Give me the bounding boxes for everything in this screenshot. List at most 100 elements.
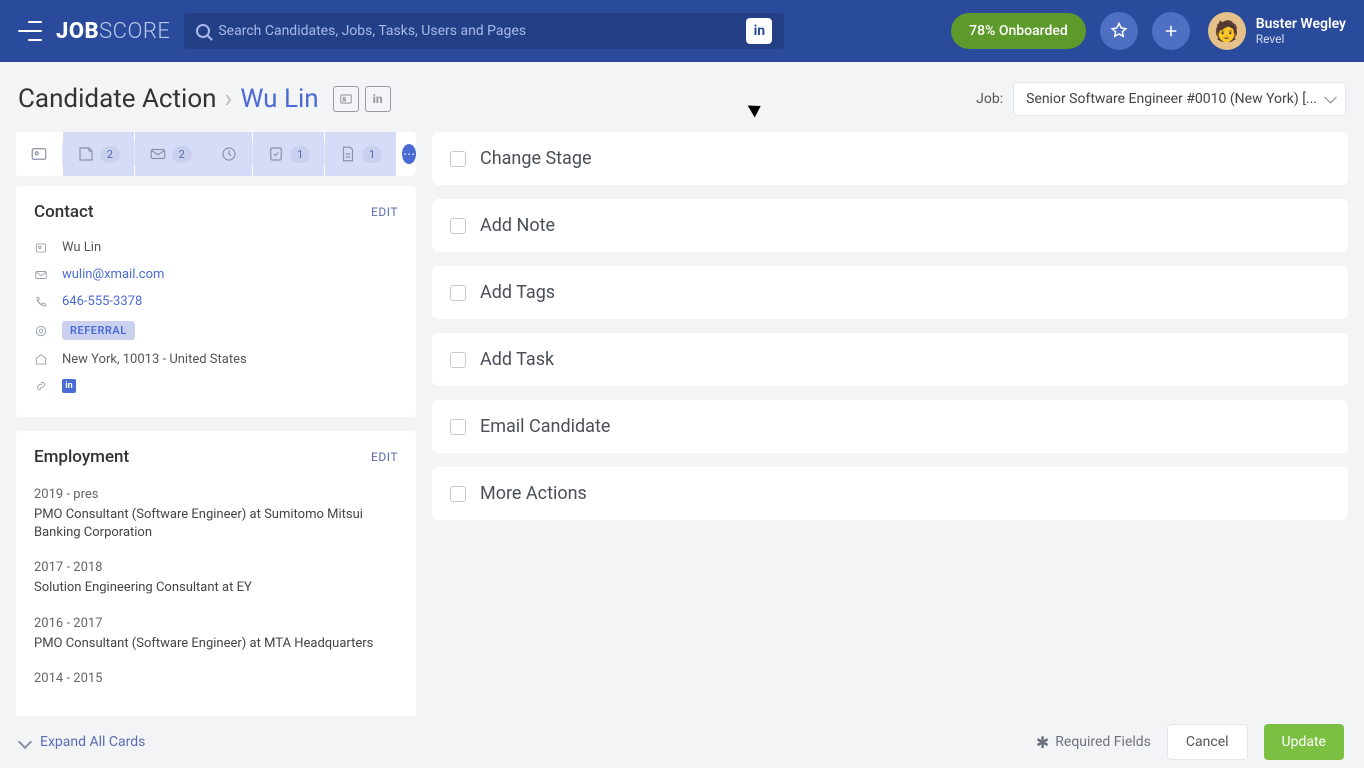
required-fields-note: ✱ Required Fields <box>1036 733 1151 752</box>
linkedin-icon[interactable]: in <box>746 18 772 44</box>
job-selector: Job: Senior Software Engineer #0010 (New… <box>976 82 1346 116</box>
link-icon <box>34 379 50 393</box>
user-name: Buster Wegley <box>1256 16 1346 32</box>
employment-card: Employment EDIT 2019 - pres PMO Consulta… <box>16 431 416 718</box>
employment-role: PMO Consultant (Software Engineer) at Su… <box>34 506 398 542</box>
update-button[interactable]: Update <box>1264 724 1344 760</box>
action-more-actions[interactable]: More Actions <box>432 467 1348 520</box>
more-tabs-button[interactable]: ⋯ <box>402 144 416 164</box>
search-input[interactable] <box>218 23 738 39</box>
tab-tasks[interactable]: 1 <box>253 132 324 176</box>
asterisk-icon: ✱ <box>1036 733 1049 752</box>
contact-source-row: REFERRAL <box>34 315 398 346</box>
tab-emails[interactable]: 2 <box>135 132 206 176</box>
contact-edit-link[interactable]: EDIT <box>371 205 398 219</box>
employment-dates: 2019 - pres <box>34 487 398 502</box>
action-email-candidate[interactable]: Email Candidate <box>432 400 1348 453</box>
onboarding-progress-pill[interactable]: 78% Onboarded <box>951 13 1086 49</box>
breadcrumb-root: Candidate Action <box>18 84 217 114</box>
contact-name-value: Wu Lin <box>62 240 101 255</box>
contact-phone-row: 646-555-3378 <box>34 288 398 315</box>
employment-edit-link[interactable]: EDIT <box>371 450 398 464</box>
source-icon <box>34 324 50 338</box>
employment-item: 2019 - pres PMO Consultant (Software Eng… <box>34 479 398 552</box>
avatar: 🧑 <box>1208 12 1246 50</box>
contact-email-value[interactable]: wulin@xmail.com <box>62 267 164 282</box>
employment-role: PMO Consultant (Software Engineer) at MT… <box>34 635 398 653</box>
add-button[interactable] <box>1152 12 1190 50</box>
tasks-count-badge: 1 <box>290 146 310 163</box>
top-nav: JOBSCORE in 78% Onboarded 🧑 Buster Wegle… <box>0 0 1364 62</box>
location-icon <box>34 353 50 367</box>
action-label: Add Tags <box>480 282 555 303</box>
referral-badge: REFERRAL <box>62 321 135 340</box>
action-label: Add Note <box>480 215 555 236</box>
action-add-note[interactable]: Add Note <box>432 199 1348 252</box>
action-label: More Actions <box>480 483 587 504</box>
checkbox-icon[interactable] <box>450 419 466 435</box>
expand-all-label: Expand All Cards <box>40 734 145 750</box>
job-label: Job: <box>976 91 1003 107</box>
notes-count-badge: 2 <box>100 146 120 163</box>
employment-title: Employment <box>34 447 129 467</box>
breadcrumb: Candidate Action › Wu Lin in <box>18 84 391 114</box>
linkedin-profile-icon[interactable]: in <box>365 86 391 112</box>
actions-column: Change Stage Add Note Add Tags Add Task … <box>432 132 1348 732</box>
contact-location-row: New York, 10013 - United States <box>34 346 398 373</box>
logo-primary: JOB <box>56 19 99 44</box>
left-tabs: 2 2 1 1 ⋯ <box>16 132 416 176</box>
action-add-task[interactable]: Add Task <box>432 333 1348 386</box>
checkbox-icon[interactable] <box>450 486 466 502</box>
action-label: Change Stage <box>480 148 592 169</box>
employment-item: 2017 - 2018 Solution Engineering Consult… <box>34 552 398 607</box>
contact-card: Contact EDIT Wu Lin wulin@xmail.com 646-… <box>16 186 416 417</box>
employment-item: 2014 - 2015 <box>34 663 398 700</box>
cursor-icon <box>750 100 764 120</box>
checkbox-icon[interactable] <box>450 352 466 368</box>
contact-title: Contact <box>34 202 94 222</box>
user-menu[interactable]: 🧑 Buster Wegley Revel <box>1208 12 1346 50</box>
required-fields-label: Required Fields <box>1055 734 1151 750</box>
expand-all-cards-link[interactable]: Expand All Cards <box>20 734 145 750</box>
cancel-button[interactable]: Cancel <box>1167 724 1248 760</box>
contact-email-row: wulin@xmail.com <box>34 261 398 288</box>
tab-documents[interactable]: 1 <box>325 132 396 176</box>
employment-item: 2016 - 2017 PMO Consultant (Software Eng… <box>34 608 398 663</box>
tab-profile[interactable] <box>16 132 62 176</box>
page-header: Candidate Action › Wu Lin in Job: Senior… <box>0 72 1364 126</box>
user-org: Revel <box>1256 32 1346 46</box>
linkedin-link-icon[interactable]: in <box>62 379 76 393</box>
profile-card-icon[interactable] <box>333 86 359 112</box>
breadcrumb-candidate[interactable]: Wu Lin <box>240 84 318 114</box>
contact-links-row: in <box>34 373 398 399</box>
action-label: Add Task <box>480 349 554 370</box>
checkbox-icon[interactable] <box>450 151 466 167</box>
logo[interactable]: JOBSCORE <box>56 19 170 44</box>
tab-activity[interactable] <box>206 132 252 176</box>
email-icon <box>34 268 50 282</box>
logo-secondary: SCORE <box>99 19 170 44</box>
footer-bar: Expand All Cards ✱ Required Fields Cance… <box>0 716 1364 768</box>
emails-count-badge: 2 <box>172 146 192 163</box>
contact-phone-value[interactable]: 646-555-3378 <box>62 294 142 309</box>
search-icon <box>196 24 210 38</box>
action-label: Email Candidate <box>480 416 610 437</box>
tab-notes[interactable]: 2 <box>63 132 134 176</box>
menu-toggle-icon[interactable] <box>18 21 42 41</box>
employment-role: Solution Engineering Consultant at EY <box>34 579 398 597</box>
chevron-right-icon: › <box>225 84 233 114</box>
global-search[interactable]: in <box>184 13 784 49</box>
pin-button[interactable] <box>1100 12 1138 50</box>
contact-location-value: New York, 10013 - United States <box>62 352 247 367</box>
action-add-tags[interactable]: Add Tags <box>432 266 1348 319</box>
person-icon <box>34 241 50 255</box>
contact-name-row: Wu Lin <box>34 234 398 261</box>
phone-icon <box>34 295 50 309</box>
checkbox-icon[interactable] <box>450 218 466 234</box>
checkbox-icon[interactable] <box>450 285 466 301</box>
action-change-stage[interactable]: Change Stage <box>432 132 1348 185</box>
employment-dates: 2016 - 2017 <box>34 616 398 631</box>
employment-dates: 2014 - 2015 <box>34 671 398 686</box>
job-dropdown[interactable]: Senior Software Engineer #0010 (New York… <box>1013 82 1346 116</box>
chevron-down-icon <box>18 735 32 749</box>
